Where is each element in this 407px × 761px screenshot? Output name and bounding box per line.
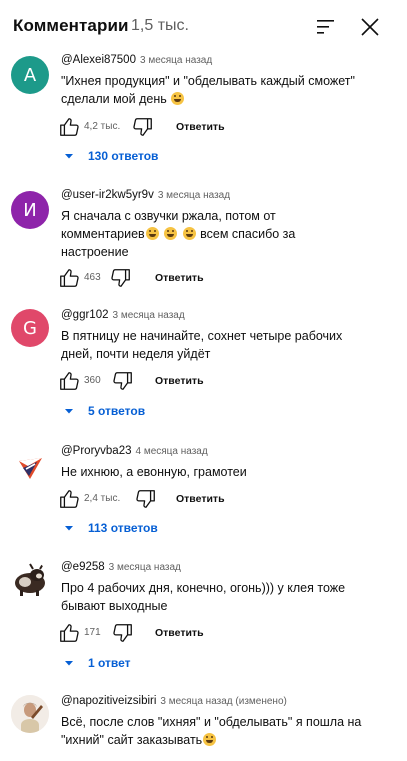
dislike-button[interactable]: [132, 116, 154, 138]
comment-time: 4 месяца назад: [135, 446, 208, 457]
laughing-emoji-icon: [145, 227, 159, 240]
dislike-button[interactable]: [135, 488, 157, 510]
comments-count: 1,5 тыс.: [131, 17, 189, 34]
avatar-letter: И: [23, 199, 37, 221]
comment-text-part: "Ихнея продукция" и "обделывать каждый с…: [61, 74, 355, 106]
thumb-up-icon: [60, 624, 79, 642]
like-count: 4,2 тыс.: [84, 121, 121, 132]
avatar[interactable]: И: [11, 191, 49, 229]
avatar[interactable]: A: [11, 56, 49, 94]
comment-meta: @e9258 3 месяца назад: [61, 561, 181, 573]
thumb-up-icon: [60, 118, 79, 136]
comment-text-part: Про 4 рабочих дня, конечно, огонь))) у к…: [61, 581, 346, 613]
like-count: 171: [84, 627, 101, 638]
reply-button[interactable]: Ответить: [155, 375, 204, 387]
thumb-down-icon: [133, 118, 152, 136]
like-button[interactable]: [58, 116, 80, 138]
thumb-down-icon: [113, 372, 132, 390]
comment-actions: 463 Ответить: [58, 267, 278, 291]
laughing-emoji-icon: [164, 227, 178, 240]
avatar[interactable]: [11, 561, 49, 599]
avatar-letter: A: [23, 64, 37, 86]
comment-author[interactable]: @napozitiveizsibiri: [61, 695, 156, 707]
comment-meta: @napozitiveizsibiri 3 месяца назад (измен…: [61, 695, 287, 707]
laughing-emoji-icon: [203, 733, 217, 746]
comment-actions: 360 Ответить: [58, 370, 278, 394]
comment-time: 3 месяца назад: [108, 562, 181, 573]
replies-count: 5 ответов: [88, 404, 146, 418]
comment-time: 3 месяца назад: [112, 310, 185, 321]
avatar[interactable]: G: [11, 309, 49, 347]
reply-button[interactable]: Ответить: [176, 493, 225, 505]
comment-meta: @Proryvba23 4 месяца назад: [61, 445, 208, 457]
comment-text: В пятницу не начинайте, сохнет четыре ра…: [61, 327, 356, 363]
like-button[interactable]: [58, 370, 80, 392]
comment-meta: @user-ir2kw5yr9v 3 месяца назад: [61, 189, 230, 201]
comment-text-part: В пятницу не начинайте, сохнет четыре ра…: [61, 329, 343, 361]
thumb-down-icon: [136, 490, 155, 508]
close-icon: [361, 18, 379, 36]
comment-text: "Ихнея продукция" и "обделывать каждый с…: [61, 72, 361, 108]
like-button[interactable]: [58, 622, 80, 644]
avatar[interactable]: [11, 695, 49, 733]
comments-header: Комментарии 1,5 тыс.: [0, 0, 407, 52]
comment-actions: 2,4 тыс. Ответить: [58, 488, 278, 512]
reply-button[interactable]: Ответить: [155, 272, 204, 284]
like-button[interactable]: [58, 267, 80, 289]
laughing-emoji-icon: [171, 92, 185, 105]
reply-button[interactable]: Ответить: [176, 121, 225, 133]
close-button[interactable]: [357, 14, 383, 40]
replies-count: 113 ответов: [88, 521, 158, 535]
comments-title: Комментарии: [13, 16, 129, 35]
like-count: 463: [84, 272, 101, 283]
comment-text: Всё, после слов "ихняя" и "обделывать" я…: [61, 713, 366, 749]
avatar-letter: G: [23, 317, 37, 339]
thumb-down-icon: [111, 269, 130, 287]
comment-text: Про 4 рабочих дня, конечно, огонь))) у к…: [61, 579, 361, 615]
paper-plane-logo-icon: [19, 458, 42, 479]
comment-meta: @Alexei87500 3 месяца назад: [61, 54, 212, 66]
comment-author[interactable]: @e9258: [61, 561, 105, 573]
view-replies-button[interactable]: 5 ответов: [62, 400, 145, 422]
comment-text: Не ихнюю, а евонную, грамотеи: [61, 463, 361, 481]
comment-text-part: Не ихнюю, а евонную, грамотеи: [61, 465, 247, 479]
comment-actions: 4,2 тыс. Ответить: [58, 116, 278, 140]
reply-button[interactable]: Ответить: [155, 627, 204, 639]
thumb-down-icon: [113, 624, 132, 642]
sort-icon: [317, 20, 334, 34]
chevron-down-icon: [65, 661, 73, 666]
replies-count: 130 ответов: [88, 149, 159, 163]
comment-actions: 171 Ответить: [58, 622, 278, 646]
laughing-emoji-icon: [182, 227, 196, 240]
sort-button[interactable]: [312, 14, 338, 40]
comment-time: 3 месяца назад (изменено): [160, 696, 287, 707]
comment-author[interactable]: @Alexei87500: [61, 54, 136, 66]
comment-text: Я сначала с озвучки ржала, потом от комм…: [61, 207, 331, 261]
thumb-up-icon: [60, 490, 79, 508]
comment-author[interactable]: @Proryvba23: [61, 445, 131, 457]
like-count: 2,4 тыс.: [84, 493, 121, 504]
dislike-button[interactable]: [112, 622, 134, 644]
comment-author[interactable]: @user-ir2kw5yr9v: [61, 189, 154, 201]
comment-time: 3 месяца назад: [157, 190, 231, 201]
like-button[interactable]: [58, 488, 80, 510]
view-replies-button[interactable]: 130 ответов: [62, 145, 158, 167]
dislike-button[interactable]: [112, 370, 134, 392]
replies-count: 1 ответ: [88, 656, 131, 670]
user-photo-icon: [11, 695, 49, 733]
view-replies-button[interactable]: 1 ответ: [62, 652, 131, 674]
goat-photo-icon: [15, 563, 45, 596]
like-count: 360: [84, 375, 101, 386]
view-replies-button[interactable]: 113 ответов: [62, 517, 158, 539]
chevron-down-icon: [65, 526, 73, 531]
chevron-down-icon: [65, 154, 73, 159]
comment-time: 3 месяца назад: [139, 55, 213, 66]
thumb-up-icon: [60, 372, 79, 390]
thumb-up-icon: [60, 269, 79, 287]
comment-meta: @ggr102 3 месяца назад: [61, 309, 185, 321]
avatar[interactable]: [11, 448, 49, 486]
comment-author[interactable]: @ggr102: [61, 309, 108, 321]
chevron-down-icon: [65, 409, 73, 414]
dislike-button[interactable]: [110, 267, 132, 289]
